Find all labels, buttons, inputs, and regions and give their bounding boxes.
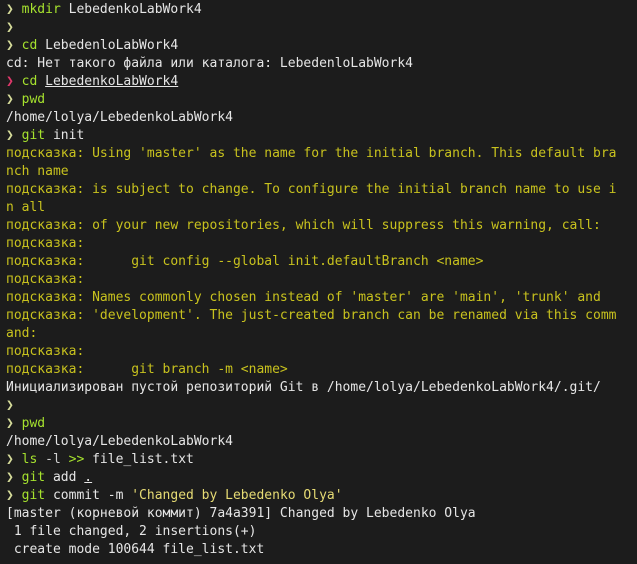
terminal-line: ❯ cd LebedenloLabWork4 [6,37,637,55]
git-hint-text: подсказка: [6,344,85,359]
terminal-line: create mode 100644 file_list.txt [6,541,637,559]
command-args: LebedenloLabWork4 [37,38,179,53]
prompt-symbol: ❯ [6,38,14,53]
command-args: add [45,470,85,485]
terminal-line: ❯ pwd [6,91,637,109]
prompt-symbol-error: ❯ [6,74,14,89]
command-string-arg: 'Changed by Lebedenko Olya' [131,488,343,503]
command-name: pwd [21,92,46,107]
prompt-symbol: ❯ [6,488,14,503]
terminal-line: подсказка: git config --global init.defa… [6,253,637,271]
git-hint-text: and: [6,326,38,341]
terminal-line: ❯ cd LebedenkoLabWork4 [6,73,637,91]
terminal-line: [master (корневой коммит) 7a4a391] Chang… [6,505,637,523]
terminal-line: подсказка: Using 'master' as the name fo… [6,145,637,163]
git-hint-text: подсказка: git branch -m <name> [6,362,288,377]
output-text: cd: Нет такого файла или каталога: Lebed… [6,56,413,71]
prompt-symbol: ❯ [6,128,14,143]
terminal-line: ❯ ls -l >> file_list.txt [6,451,637,469]
terminal-line: подсказка: is subject to change. To conf… [6,181,637,199]
terminal-line: ❯ mkdir LebedenkoLabWork4 [6,1,637,19]
terminal-line: ❯ git commit -m 'Changed by Lebedenko Ol… [6,487,637,505]
git-hint-text: подсказка: git config --global init.defa… [6,254,484,269]
terminal-line: ❯ [6,397,637,415]
command-name: pwd [21,416,46,431]
output-text: /home/lolya/LebedenkoLabWork4 [6,110,233,125]
command-name: cd [21,74,38,89]
command-args: commit -m [45,488,132,503]
command-name: git [21,470,46,485]
terminal-line: подсказка: git branch -m <name> [6,361,637,379]
git-hint-text: подсказка: [6,236,85,251]
terminal-line: and: [6,325,637,343]
output-text: /home/lolya/LebedenkoLabWork4 [6,434,233,449]
prompt-symbol: ❯ [6,92,14,107]
terminal-line: cd: Нет такого файла или каталога: Lebed… [6,55,637,73]
terminal-line: подсказка: of your new repositories, whi… [6,217,637,235]
prompt-symbol: ❯ [6,398,14,413]
redirect-operator: >> [68,452,85,467]
command-args [37,74,45,89]
git-hint-text: подсказка: is subject to change. To conf… [6,182,617,197]
terminal-line: n all [6,199,637,217]
git-hint-text: nch name [6,164,69,179]
command-flag: -l [37,452,69,467]
command-args: LebedenkoLabWork4 [60,2,202,17]
terminal-line: подсказка: [6,235,637,253]
git-hint-text: подсказка: Using 'master' as the name fo… [6,146,617,161]
terminal-output: ❯ mkdir LebedenkoLabWork4 ❯ ❯ cd Lebedenlo… [6,1,637,559]
prompt-symbol: ❯ [6,452,14,467]
command-name: cd [21,38,38,53]
command-path-arg: LebedenkoLabWork4 [45,74,179,89]
terminal-line: ❯ [6,19,637,37]
terminal-line: /home/lolya/LebedenkoLabWork4 [6,109,637,127]
terminal-line: /home/lolya/LebedenkoLabWork4 [6,433,637,451]
command-path-arg: . [84,470,93,485]
terminal-line: подсказка: [6,343,637,361]
terminal-line: Инициализирован пустой репозиторий Git в… [6,379,637,397]
command-args: file_list.txt [84,452,194,467]
command-name: git [21,488,46,503]
terminal-window[interactable]: ❯ mkdir LebedenkoLabWork4 ❯ ❯ cd Lebedenlo… [0,0,637,564]
output-text: create mode 100644 file_list.txt [6,542,265,557]
terminal-line: 1 file changed, 2 insertions(+) [6,523,637,541]
output-text: [master (корневой коммит) 7a4a391] Chang… [6,506,476,521]
git-hint-text: n all [6,200,46,215]
command-name: ls [21,452,38,467]
terminal-line: ❯ pwd [6,415,637,433]
prompt-symbol: ❯ [6,20,14,35]
terminal-line: nch name [6,163,637,181]
git-hint-text: подсказка: [6,272,85,287]
git-hint-text: подсказка: of your new repositories, whi… [6,218,601,233]
prompt-symbol: ❯ [6,470,14,485]
terminal-line: подсказка: [6,271,637,289]
prompt-symbol: ❯ [6,416,14,431]
output-text: 1 file changed, 2 insertions(+) [6,524,257,539]
terminal-line: подсказка: Names commonly chosen instead… [6,289,637,307]
terminal-line: ❯ git init [6,127,637,145]
prompt-symbol: ❯ [6,2,14,17]
git-hint-text: подсказка: Names commonly chosen instead… [6,290,601,305]
terminal-line: ❯ git add . [6,469,637,487]
command-args: init [45,128,85,143]
output-text: Инициализирован пустой репозиторий Git в… [6,380,601,395]
git-hint-text: подсказка: 'development'. The just-creat… [6,308,617,323]
command-name: mkdir [21,2,61,17]
command-name: git [21,128,46,143]
terminal-line: подсказка: 'development'. The just-creat… [6,307,637,325]
